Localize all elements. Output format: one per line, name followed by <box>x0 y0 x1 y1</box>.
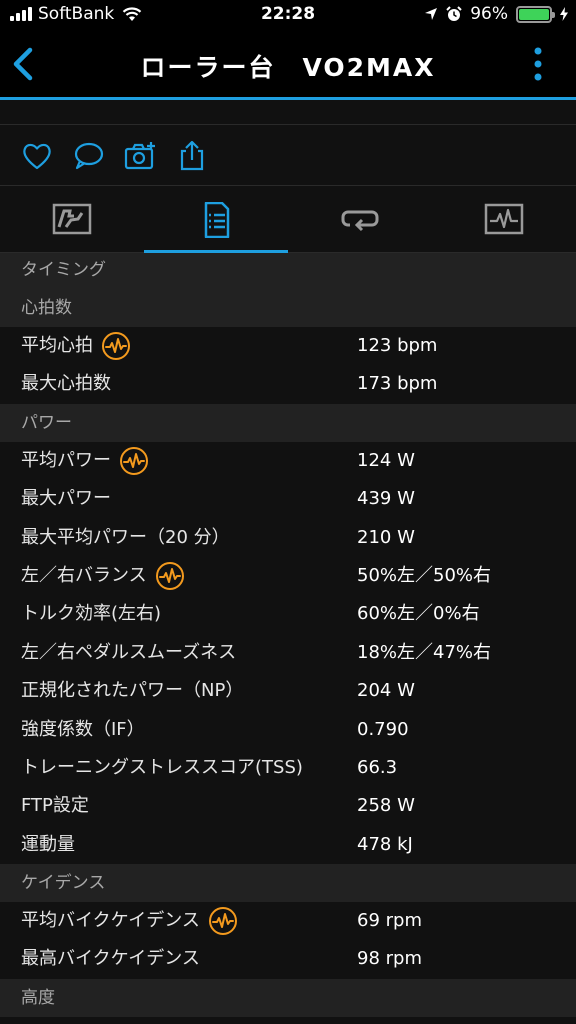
charging-icon <box>560 7 568 21</box>
stat-label: 正規化されたパワー（NP） <box>21 672 243 710</box>
share-icon[interactable] <box>176 140 208 172</box>
stat-row: 正規化されたパワー（NP） 204 W <box>0 672 576 711</box>
stat-value: 478 kJ <box>357 833 413 855</box>
tab-chart[interactable] <box>432 187 576 253</box>
stat-value: 123 bpm <box>357 335 438 356</box>
stat-label-text: 最高バイクケイデンス <box>21 948 200 970</box>
tab-map[interactable] <box>0 187 144 253</box>
stat-label: 左／右ペダルスムーズネス <box>21 634 236 672</box>
stat-label-text: 平均心拍 <box>21 335 93 356</box>
stat-label: 強度係数（IF） <box>21 711 145 749</box>
stat-label-text: 最大心拍数 <box>21 373 111 395</box>
heart-icon[interactable] <box>21 140 53 172</box>
stat-label: トレーニングストレススコア(TSS) <box>21 749 303 787</box>
stat-label: FTP設定 <box>21 787 89 825</box>
stat-row: 平均パワー 124 W <box>0 441 576 481</box>
stat-value: 69 rpm <box>357 910 422 932</box>
page-title: ローラー台 VO2MAX <box>140 53 436 82</box>
stat-label-text: 左／右バランス <box>21 564 147 586</box>
pulse-info-icon[interactable] <box>208 906 238 936</box>
stats-list: タイミング 心拍数 平均心拍 123 bpm 最大心拍数 173 bpm パワー 平均… <box>0 253 576 1017</box>
pulse-info-icon[interactable] <box>155 561 185 591</box>
stat-label: 左／右バランス <box>21 557 185 595</box>
laps-loop-icon <box>341 210 379 232</box>
section-header-elevation[interactable]: 高度 <box>0 978 576 1017</box>
status-right: 96% <box>424 4 568 24</box>
stat-row: トルク効率(左右) 60%左／0%右 <box>0 595 576 634</box>
comment-icon[interactable] <box>73 140 105 172</box>
pulse-info-icon[interactable] <box>101 331 131 361</box>
action-row <box>0 126 576 186</box>
location-icon <box>425 8 438 20</box>
stat-label: 平均心拍 <box>21 327 131 365</box>
stat-value: 173 bpm <box>357 373 438 395</box>
section-header-timing[interactable]: タイミング <box>0 253 576 289</box>
section-header-cadence: ケイデンス <box>0 864 576 903</box>
stat-value: 66.3 <box>357 756 398 778</box>
stat-row: 左／右バランス 50%左／50%右 <box>0 556 576 596</box>
stat-label: 最高バイクケイデンス <box>21 940 200 978</box>
stat-label: 最大平均パワー（20 分） <box>21 519 230 557</box>
stat-row: 運動量 478 kJ <box>0 825 576 865</box>
stat-label: 最大パワー <box>21 480 111 518</box>
stat-value: 18%左／47%右 <box>357 641 492 663</box>
collapsed-header-strip <box>0 103 576 125</box>
stat-label: トルク効率(左右) <box>21 595 161 633</box>
stat-label: 平均バイクケイデンス <box>21 902 238 940</box>
back-chevron-icon[interactable] <box>8 44 40 84</box>
stat-row: 平均バイクケイデンス 69 rpm <box>0 902 576 941</box>
pulse-info-icon[interactable] <box>119 446 149 476</box>
alarm-icon <box>446 6 462 21</box>
stat-label: 平均パワー <box>21 442 149 480</box>
stat-value: 258 W <box>357 795 415 817</box>
stat-label-text: 平均バイクケイデンス <box>21 910 200 932</box>
stat-value: 98 rpm <box>357 948 422 970</box>
stat-value: 124 W <box>357 449 415 471</box>
stat-value: 204 W <box>357 680 415 702</box>
stat-value: 50%左／50%右 <box>357 564 492 586</box>
add-photo-icon[interactable] <box>124 140 156 172</box>
section-header-heart-rate: 心拍数 <box>0 289 576 327</box>
stat-label: 運動量 <box>21 826 75 864</box>
stat-label-text: 最大パワー <box>21 488 111 510</box>
stat-row: FTP設定 258 W <box>0 787 576 826</box>
stat-row: 強度係数（IF） 0.790 <box>0 710 576 749</box>
battery-icon <box>516 5 555 23</box>
stat-value: 439 W <box>357 488 415 510</box>
stat-value: 0.790 <box>357 718 409 740</box>
stat-label-text: 平均パワー <box>21 449 111 471</box>
stat-value: 60%左／0%右 <box>357 603 480 625</box>
tab-bar <box>0 187 576 253</box>
stats-document-icon <box>204 202 230 238</box>
stat-row: 最大心拍数 173 bpm <box>0 365 576 404</box>
stat-label-text: トレーニングストレススコア(TSS) <box>21 756 303 778</box>
stat-label-text: トルク効率(左右) <box>21 603 162 625</box>
stat-label: 最大心拍数 <box>21 365 111 403</box>
stat-value: 210 W <box>357 526 415 548</box>
stat-label-text: 左／右ペダルスムーズネス <box>21 641 237 663</box>
stat-label-text: 正規化されたパワー（NP） <box>21 680 244 702</box>
more-options-icon[interactable] <box>534 46 542 82</box>
tab-stats[interactable] <box>144 187 288 253</box>
section-header-power: パワー <box>0 403 576 442</box>
stat-row: 平均心拍 123 bpm <box>0 327 576 366</box>
activity-chart-icon <box>484 203 524 235</box>
stat-row: 最大平均パワー（20 分） 210 W <box>0 518 576 557</box>
battery-percent: 96% <box>470 4 508 24</box>
status-bar: SoftBank 22:28 96% <box>0 0 576 32</box>
stat-label-text: 運動量 <box>21 833 75 855</box>
stat-row: 最大パワー 439 W <box>0 480 576 519</box>
stat-row: 左／右ペダルスムーズネス 18%左／47%右 <box>0 633 576 673</box>
stat-label-text: 最大平均パワー（20 分） <box>21 526 230 548</box>
nav-bar: ローラー台 VO2MAX <box>0 32 576 100</box>
map-icon <box>52 203 92 235</box>
stat-row: トレーニングストレススコア(TSS) 66.3 <box>0 748 576 788</box>
stat-label-text: 強度係数（IF） <box>21 718 145 740</box>
tab-laps[interactable] <box>288 187 432 253</box>
stat-label-text: FTP設定 <box>21 795 89 817</box>
stat-row: 最高バイクケイデンス 98 rpm <box>0 940 576 979</box>
